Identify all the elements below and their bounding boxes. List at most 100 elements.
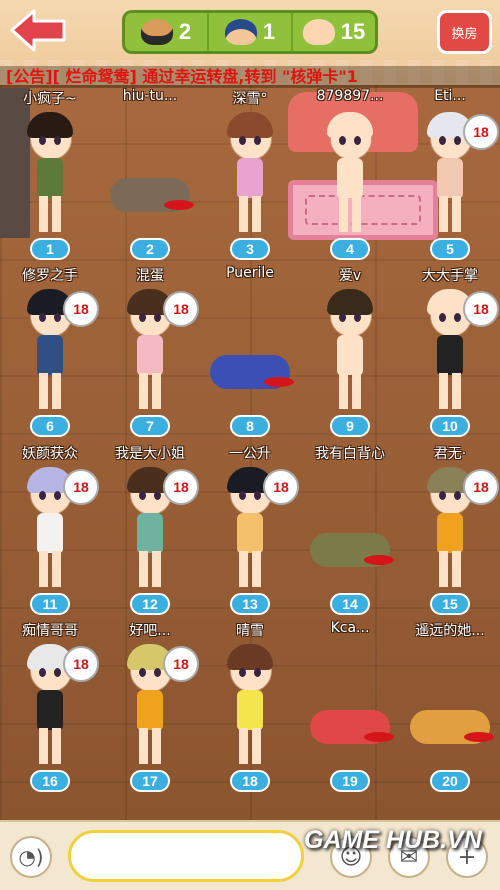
hand-18-icon: 18 [163,646,199,682]
hand-18-icon: 18 [463,291,499,327]
player-seat[interactable]: 879897... 4 [305,88,395,260]
hand-18-icon: 18 [63,469,99,505]
voice-button[interactable]: ◔) [10,836,52,878]
announcement-ticker: [公告][ 烂命鸳鸯] 通过幸运转盘,转到 "核弹卡"1 [0,66,500,88]
avatar-body [237,690,263,730]
player-name: 我有白背心 [315,446,385,462]
avatar-eye [239,491,246,500]
player-seat[interactable]: 君无· 18 15 [405,443,499,615]
civilian-count: 15 [293,13,375,51]
player-name: 深雪° [232,91,268,107]
player-seat[interactable]: Puerile 8 [205,265,295,437]
seat-number-badge: 19 [330,770,370,792]
seat-number-badge: 12 [130,593,170,615]
hand-18-icon: 18 [163,291,199,327]
avatar-eye [454,491,461,500]
seat-number-badge: 3 [230,238,270,260]
avatar-eye [39,136,46,145]
avatar-eye [139,491,146,500]
player-name: 遥远的她... [415,623,485,639]
avatar-legs [239,728,261,764]
player-name: 晴雪 [236,623,264,639]
player-seat[interactable]: hiu-tu... 2 [105,88,195,260]
player-seat[interactable]: 深雪° 3 [205,88,295,260]
avatar-eye [54,313,61,322]
avatar-body [337,335,363,375]
avatar-body [137,335,163,375]
player-name: 爱v [338,268,362,284]
player-seat[interactable]: Kca... 19 [305,620,395,792]
police-count-value: 1 [262,19,276,44]
player-name: 好吧... [129,623,171,639]
voice-icon: ◔) [18,845,44,869]
avatar-eye [154,313,161,322]
avatar-legs [39,373,61,409]
avatar-legs [139,373,161,409]
player-name: 小疯子~ [23,91,77,107]
player-seat[interactable]: 晴雪 18 [205,620,295,792]
avatar-legs [339,196,361,232]
switch-room-button[interactable]: 换房 [437,10,492,54]
avatar-eye [139,313,146,322]
seat-number-badge: 11 [30,593,70,615]
avatar-eye [254,491,261,500]
player-seat[interactable]: 妖颜获众 18 11 [5,443,99,615]
hand-18-icon: 18 [463,469,499,505]
avatar-body [137,690,163,730]
watermark: GAME HUB.VN [304,826,482,854]
fallen-player-avatar [210,355,294,389]
avatar-eye [239,136,246,145]
fallen-player-avatar [310,710,394,744]
seat-number-badge: 8 [230,415,270,437]
player-seat[interactable]: Eti... 18 5 [405,88,499,260]
player-seat[interactable]: 痴情哥哥 18 16 [5,620,99,792]
hand-18-icon: 18 [63,646,99,682]
player-seat[interactable]: 一公升 18 13 [205,443,299,615]
player-avatar [327,285,373,413]
avatar-legs [139,728,161,764]
avatar-body [237,158,263,198]
seat-number-badge: 4 [330,238,370,260]
avatar-legs [239,551,261,587]
player-name: 我是大小姐 [115,446,185,462]
player-name: 一公升 [229,446,271,462]
police-count: 1 [209,13,293,51]
seat-number-badge: 14 [330,593,370,615]
player-name: Kca... [330,620,370,636]
player-name: 大大手掌 [422,268,478,284]
seat-number-badge: 15 [430,593,470,615]
player-avatar [227,640,273,768]
player-name: hiu-tu... [122,88,178,104]
player-seat[interactable]: 好吧... 18 17 [105,620,199,792]
player-seat[interactable]: 遥远的她... 20 [405,620,495,792]
player-seat[interactable]: 大大手掌 18 10 [405,265,499,437]
player-name: Puerile [226,265,274,281]
player-seat[interactable]: 我是大小姐 18 12 [105,443,199,615]
player-seat[interactable]: 混蛋 18 7 [105,265,199,437]
avatar-eye [439,313,446,322]
player-seat[interactable]: 修罗之手 18 6 [5,265,99,437]
bandit-count-value: 2 [178,19,192,44]
avatar-eye [154,491,161,500]
avatar-body [437,158,463,198]
seat-number-badge: 10 [430,415,470,437]
player-avatar [327,108,373,236]
seat-number-badge: 5 [430,238,470,260]
avatar-eye [54,136,61,145]
chat-input[interactable] [68,830,304,882]
player-seat[interactable]: 小疯子~ 1 [5,88,95,260]
back-button[interactable] [8,8,68,53]
hand-18-icon: 18 [63,291,99,327]
avatar-eye [139,668,146,677]
avatar-legs [439,551,461,587]
seat-number-badge: 13 [230,593,270,615]
avatar-eye [354,313,361,322]
player-seat[interactable]: 我有白背心 14 [305,443,395,615]
avatar-eye [339,313,346,322]
avatar-legs [439,373,461,409]
player-name: Eti... [434,88,466,104]
seat-number-badge: 9 [330,415,370,437]
avatar-body [237,513,263,553]
player-seat[interactable]: 爱v 9 [305,265,395,437]
avatar-eye [39,313,46,322]
